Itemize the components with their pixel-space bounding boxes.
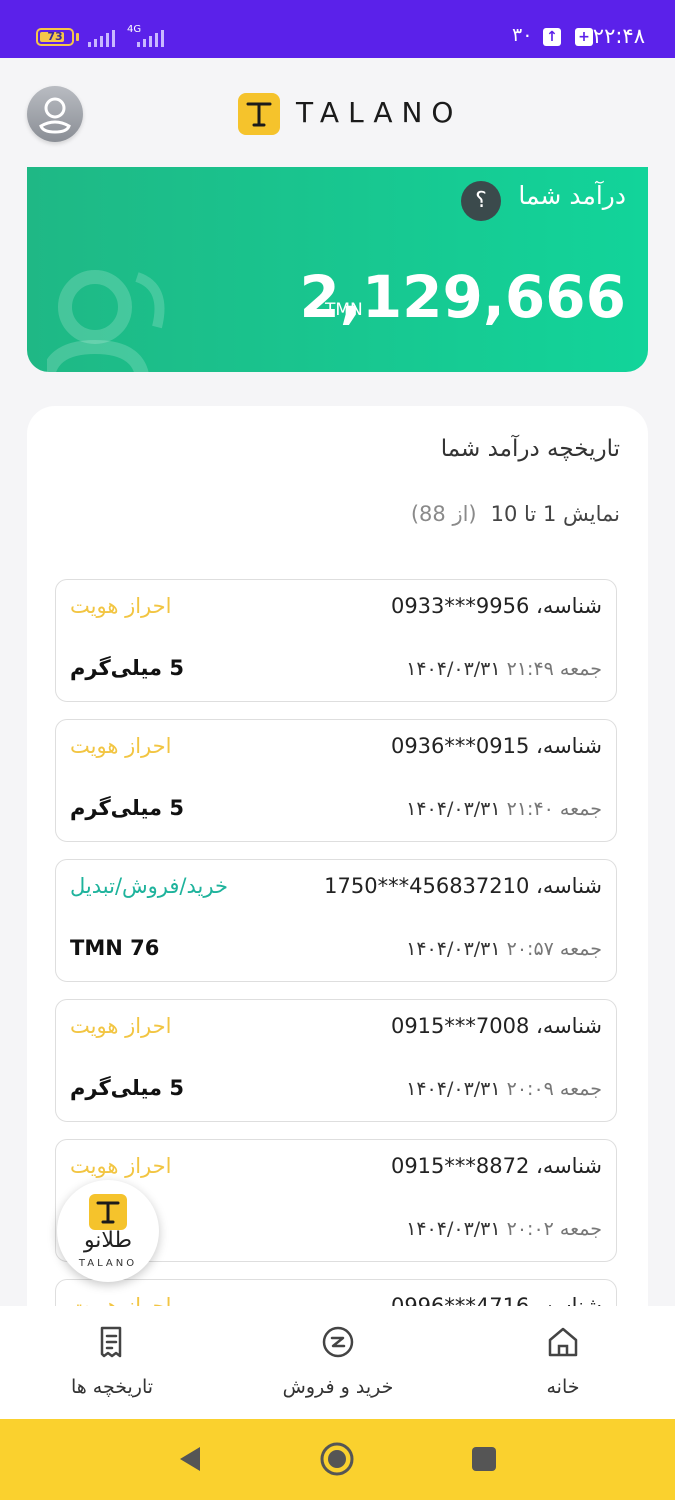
fab-brand-fa: طلانو xyxy=(83,1228,133,1253)
upload-icon: ↑ xyxy=(543,28,561,46)
battery-tip xyxy=(76,33,79,41)
logo-text: TALANO xyxy=(296,96,463,129)
row-day-time: جمعه ۲۱:۴۰ xyxy=(506,798,602,820)
support-fab[interactable]: طلانو TALANO xyxy=(57,1180,159,1282)
row-id: شناسه، 7008***0915 xyxy=(390,1014,602,1038)
recents-icon[interactable] xyxy=(466,1441,502,1477)
row-date-value: ۱۴۰۴/۰۳/۳۱ xyxy=(406,938,501,960)
income-unit: TMN xyxy=(325,300,363,320)
back-icon[interactable] xyxy=(172,1441,208,1477)
row-day-time: جمعه ۲۰:۰۹ xyxy=(506,1078,602,1100)
row-type: احراز هویت xyxy=(70,1154,172,1178)
range-text: نمایش 1 تا 10 xyxy=(490,502,620,526)
row-amount: 5 میلی‌گرم xyxy=(70,1076,184,1100)
profile-avatar[interactable] xyxy=(27,86,83,142)
history-row[interactable]: شناسه، 7008***0915 احراز هویت جمعه ۲۰:۰۹… xyxy=(55,999,617,1122)
row-date-value: ۱۴۰۴/۰۳/۳۱ xyxy=(406,1078,501,1100)
row-date: جمعه ۲۱:۴۰ ۱۴۰۴/۰۳/۳۱ xyxy=(406,798,602,820)
user-icon xyxy=(39,97,71,134)
nav-item-history[interactable]: تاریخچه ها xyxy=(22,1306,202,1419)
row-amount: 5 میلی‌گرم xyxy=(70,796,184,820)
status-bar: 73 4G ۳۰ ↑ + ۲۲:۴۸ xyxy=(0,0,675,58)
nav-label: تاریخچه ها xyxy=(70,1376,154,1398)
receipt-icon xyxy=(100,1326,122,1358)
logo-icon xyxy=(89,1194,127,1230)
notification-count: ۳۰ xyxy=(512,24,533,46)
help-button[interactable]: ؟ xyxy=(461,181,501,221)
nav-label: خرید و فروش xyxy=(282,1376,394,1398)
nav-item-trade[interactable]: خرید و فروش xyxy=(248,1306,428,1419)
nav-item-home[interactable]: خانه xyxy=(473,1306,653,1419)
signal-icon-2 xyxy=(137,30,164,47)
row-day-time: جمعه ۲۰:۰۲ xyxy=(506,1218,602,1240)
row-type: احراز هویت xyxy=(70,734,172,758)
range-total: (از 88) xyxy=(410,502,477,526)
row-day-time: جمعه ۲۱:۴۹ xyxy=(506,658,602,680)
row-date: جمعه ۲۰:۰۲ ۱۴۰۴/۰۳/۳۱ xyxy=(406,1218,602,1240)
home-icon xyxy=(548,1327,578,1357)
battery-level: 73 xyxy=(47,30,63,43)
income-card: درآمد شما ؟ 2,129,666 TMN xyxy=(27,167,648,372)
system-nav-bar xyxy=(0,1419,675,1500)
logo-icon xyxy=(238,93,280,135)
row-id: شناسه، 9956***0933 xyxy=(390,594,602,618)
signal-icon xyxy=(88,30,115,47)
fab-brand-en: TALANO xyxy=(78,1258,138,1269)
clock: ۲۲:۴۸ xyxy=(592,24,645,48)
row-date-value: ۱۴۰۴/۰۳/۳۱ xyxy=(406,798,501,820)
bottom-nav: تاریخچه ها خرید و فروش خانه xyxy=(0,1306,675,1419)
nav-label: خانه xyxy=(546,1376,580,1398)
home-button-icon[interactable] xyxy=(319,1441,355,1477)
history-title: تاریخچه درآمد شما xyxy=(440,436,620,462)
row-id: شناسه، 8872***0915 xyxy=(390,1154,602,1178)
app-header: TALANO xyxy=(0,58,675,168)
row-id: شناسه، 0915***0936 xyxy=(390,734,602,758)
row-date: جمعه ۲۰:۵۷ ۱۴۰۴/۰۳/۳۱ xyxy=(406,938,602,960)
history-row[interactable]: شناسه، 9956***0933 احراز هویت جمعه ۲۱:۴۹… xyxy=(55,579,617,702)
row-amount: 5 میلی‌گرم xyxy=(70,656,184,680)
row-type: احراز هویت xyxy=(70,1014,172,1038)
row-day-time: جمعه ۲۰:۵۷ xyxy=(506,938,602,960)
row-date: جمعه ۲۱:۴۹ ۱۴۰۴/۰۳/۳۱ xyxy=(406,658,602,680)
row-date-value: ۱۴۰۴/۰۳/۳۱ xyxy=(406,658,501,680)
income-title: درآمد شما xyxy=(518,181,626,210)
row-type: خرید/فروش/تبدیل xyxy=(70,874,228,898)
battery-icon: 73 xyxy=(36,28,74,46)
row-id: شناسه، 456837210***1750 xyxy=(324,874,602,898)
row-type: احراز هویت xyxy=(70,594,172,618)
history-row[interactable]: شناسه، 0915***0936 احراز هویت جمعه ۲۱:۴۰… xyxy=(55,719,617,842)
user-watermark-icon xyxy=(47,270,165,372)
history-row[interactable]: شناسه، 456837210***1750 خرید/فروش/تبدیل … xyxy=(55,859,617,982)
income-amount: 2,129,666 xyxy=(299,263,626,331)
pagination-range: نمایش 1 تا 10 (از 88) xyxy=(411,502,620,526)
row-amount: 76 TMN xyxy=(70,936,160,960)
exchange-icon xyxy=(322,1326,354,1358)
row-date-value: ۱۴۰۴/۰۳/۳۱ xyxy=(406,1218,501,1240)
battery-saver-icon: + xyxy=(575,28,593,46)
row-date: جمعه ۲۰:۰۹ ۱۴۰۴/۰۳/۳۱ xyxy=(406,1078,602,1100)
